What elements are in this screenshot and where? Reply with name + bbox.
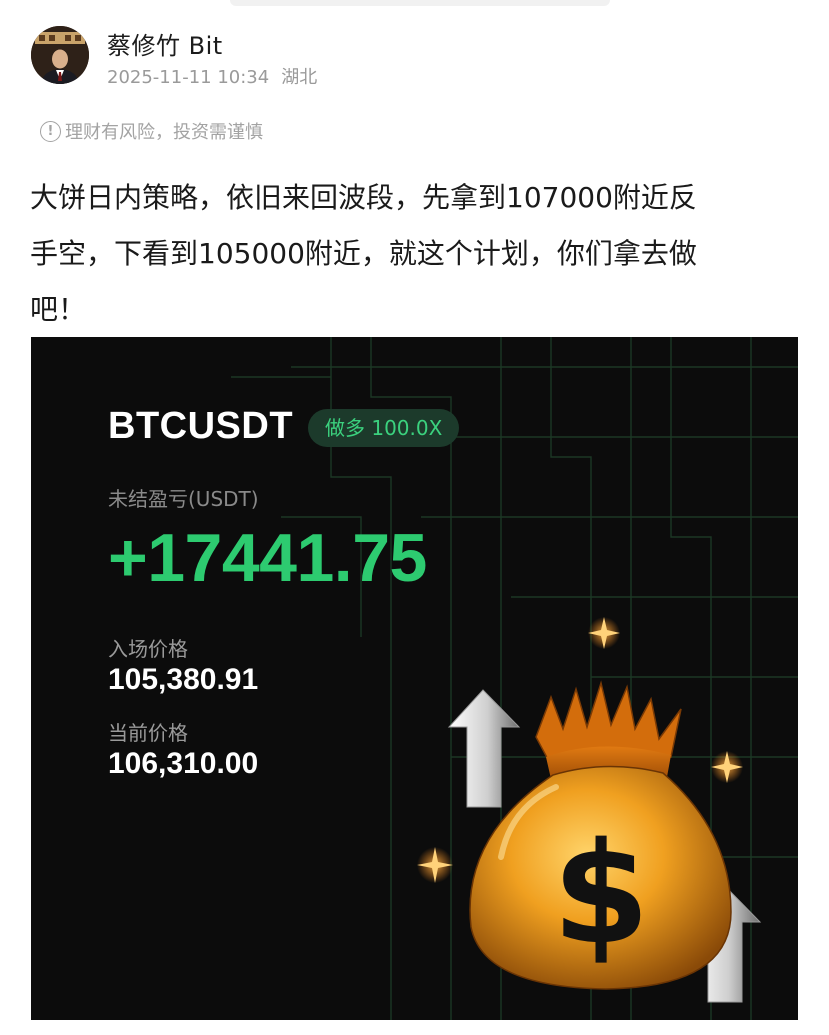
post-body-line: 大饼日内策略，依旧来回波段，先拿到107000附近反 [30,181,697,214]
info-icon: ! [40,120,61,142]
post-body: 大饼日内策略，依旧来回波段，先拿到107000附近反 手空，下看到105000附… [30,170,800,338]
svg-text:$: $ [552,813,649,976]
post-location: 湖北 [281,67,318,88]
sparkle-icon [711,751,743,783]
risk-notice-text: 理财有风险，投资需谨慎 [65,122,263,143]
sparkle-icon [588,617,620,649]
post-body-line: 吧！ [30,293,87,326]
post-meta: 2025-11-11 10:34 湖北 [107,63,317,89]
post-body-line: 手空，下看到105000附近，就这个计划，你们拿去做 [30,237,697,270]
sparkle-icon [417,847,453,883]
author-name[interactable]: 蔡修竹 Bit [107,26,223,61]
up-arrow-icon [447,689,521,808]
avatar[interactable] [31,26,89,84]
money-bag-icon: $ [469,680,732,990]
post-page: 蔡修竹 Bit 2025-11-11 10:34 湖北 ! 理财有风险，投资需谨慎… [0,0,829,1035]
trade-card-image[interactable]: BTCUSDT 做多 100.0X 未结盈亏(USDT) +17441.75 入… [31,337,798,1020]
money-bag-illustration: $ [417,617,762,1003]
post-timestamp: 2025-11-11 10:34 [107,67,270,88]
risk-notice: ! 理财有风险，投资需谨慎 [40,118,263,144]
top-strip [230,0,610,6]
